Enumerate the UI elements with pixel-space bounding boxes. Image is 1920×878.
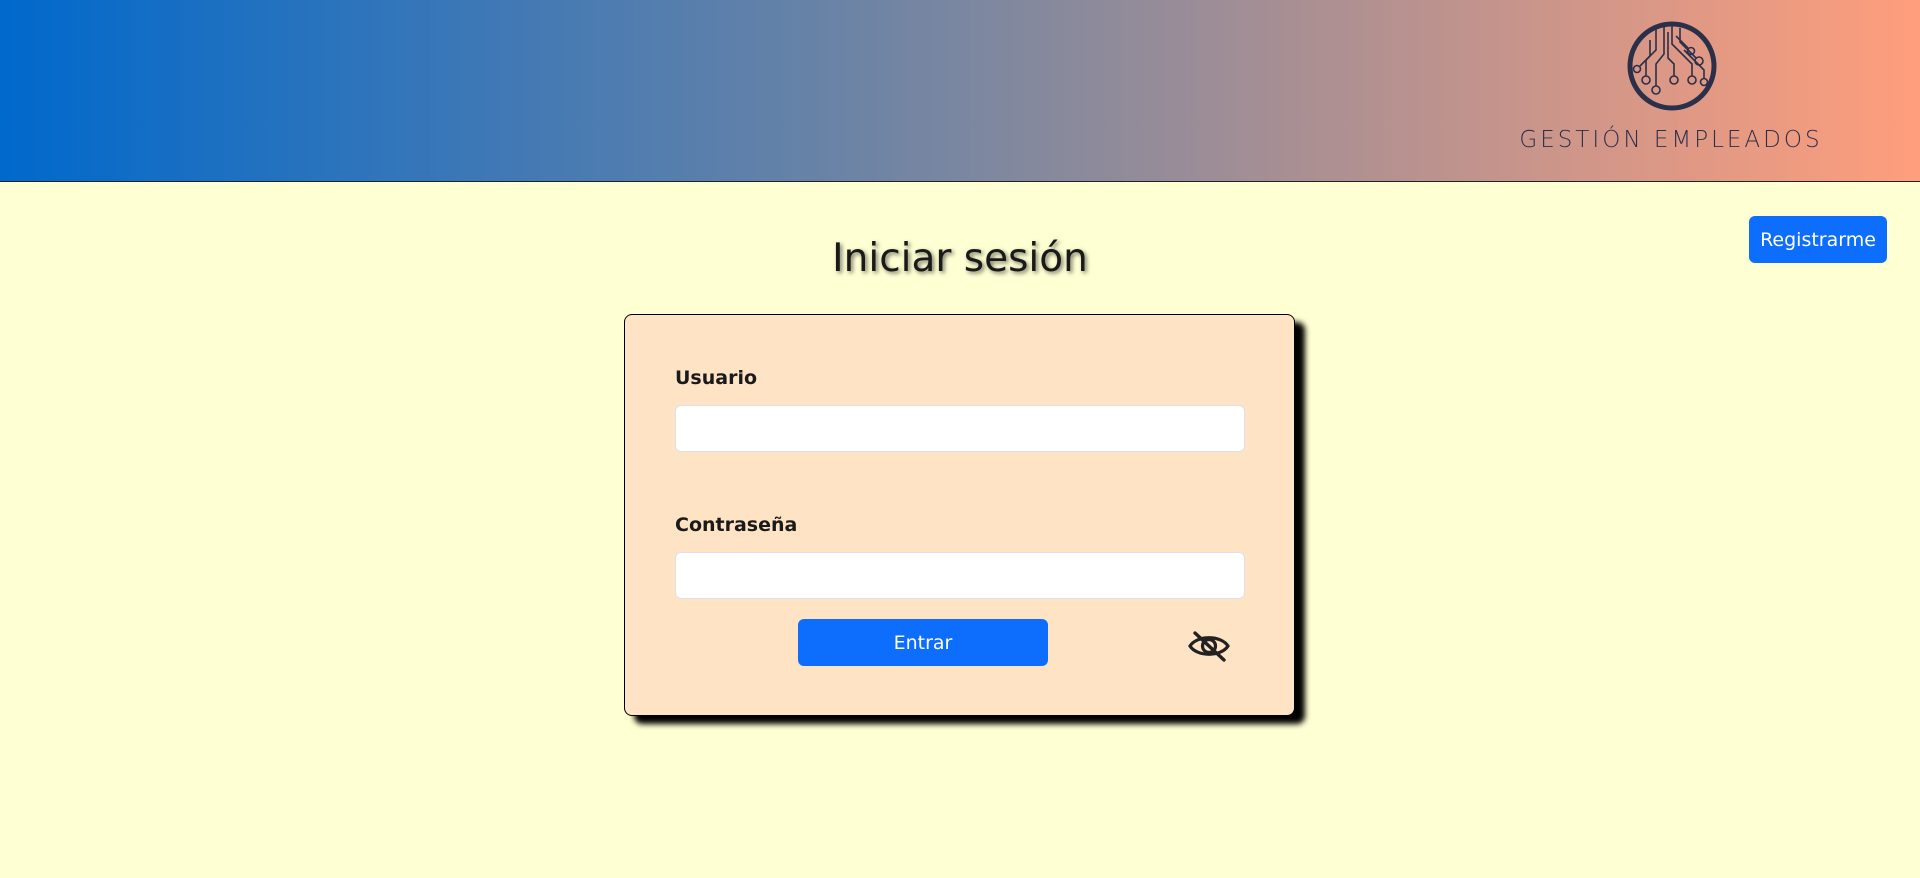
eye-slash-icon <box>1188 631 1230 662</box>
circuit-logo-icon <box>1627 21 1717 111</box>
username-input[interactable] <box>675 405 1245 452</box>
app-header: GESTIÓN EMPLEADOS <box>0 0 1920 182</box>
page-title: Iniciar sesión <box>832 236 1088 281</box>
password-visibility-toggle[interactable] <box>1186 628 1232 664</box>
password-input[interactable] <box>675 552 1245 599</box>
login-button[interactable]: Entrar <box>798 619 1048 666</box>
login-form: Usuario Contraseña Entrar <box>624 314 1295 716</box>
logo-text: GESTIÓN EMPLEADOS <box>1519 127 1823 153</box>
logo: GESTIÓN EMPLEADOS <box>1518 20 1824 156</box>
password-label: Contraseña <box>675 514 798 536</box>
username-label: Usuario <box>675 367 758 389</box>
